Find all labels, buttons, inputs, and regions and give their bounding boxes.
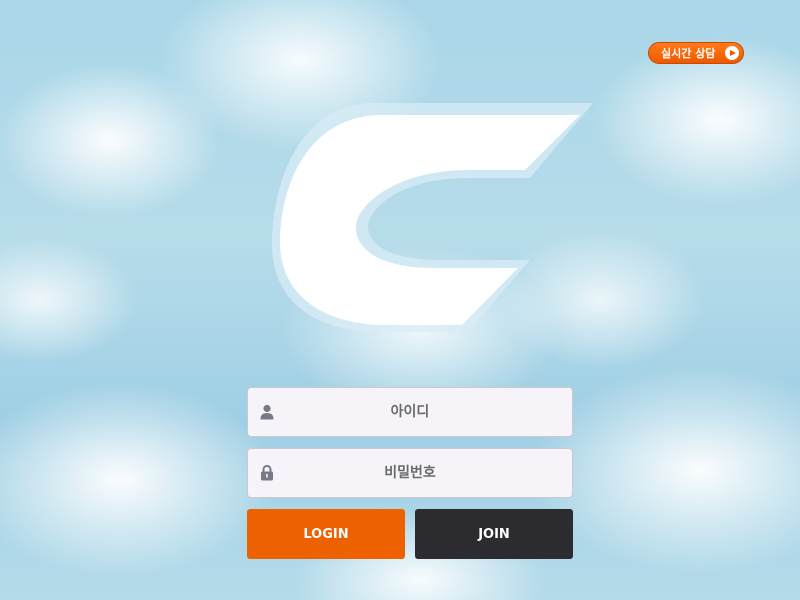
user-icon [260, 404, 274, 420]
password-field[interactable] [247, 448, 573, 498]
live-chat-label: 실시간 상담 [661, 47, 716, 60]
login-button[interactable]: LOGIN [247, 509, 405, 559]
lock-icon [261, 465, 273, 481]
password-input[interactable] [284, 449, 536, 497]
play-icon [725, 46, 739, 60]
id-field[interactable] [247, 387, 573, 437]
join-button[interactable]: JOIN [415, 509, 573, 559]
live-chat-button[interactable]: 실시간 상담 [648, 42, 744, 64]
c-logo-icon [271, 103, 593, 332]
login-page: { "header": { "chat_button_label": "실시간 … [0, 0, 800, 600]
id-input[interactable] [284, 388, 536, 436]
